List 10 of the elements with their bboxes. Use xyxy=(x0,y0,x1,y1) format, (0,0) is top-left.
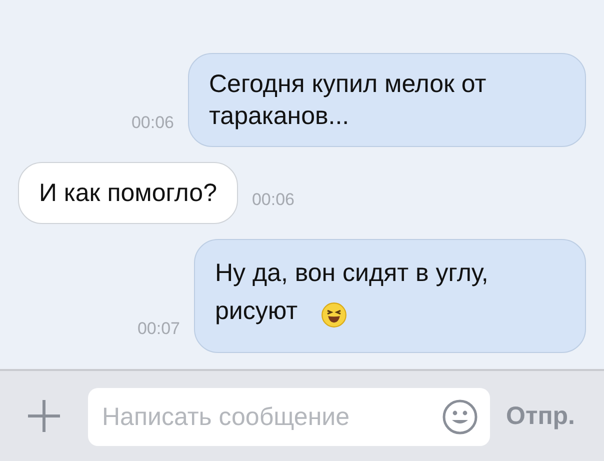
message-time: 00:06 xyxy=(131,113,174,133)
message-text: Сегодня купил мелок от тараканов... xyxy=(209,70,486,130)
message-input-field[interactable]: Написать сообщение xyxy=(88,388,490,446)
message-time: 00:07 xyxy=(137,319,180,339)
message-time: 00:06 xyxy=(252,190,295,210)
message-text: И как помогло? xyxy=(39,179,217,207)
message-text: Ну да, вон сидят в углу, рисуют xyxy=(215,259,488,325)
add-icon[interactable] xyxy=(26,398,62,434)
smiley-icon[interactable] xyxy=(442,399,478,435)
send-button[interactable]: Отпр. xyxy=(506,402,576,430)
